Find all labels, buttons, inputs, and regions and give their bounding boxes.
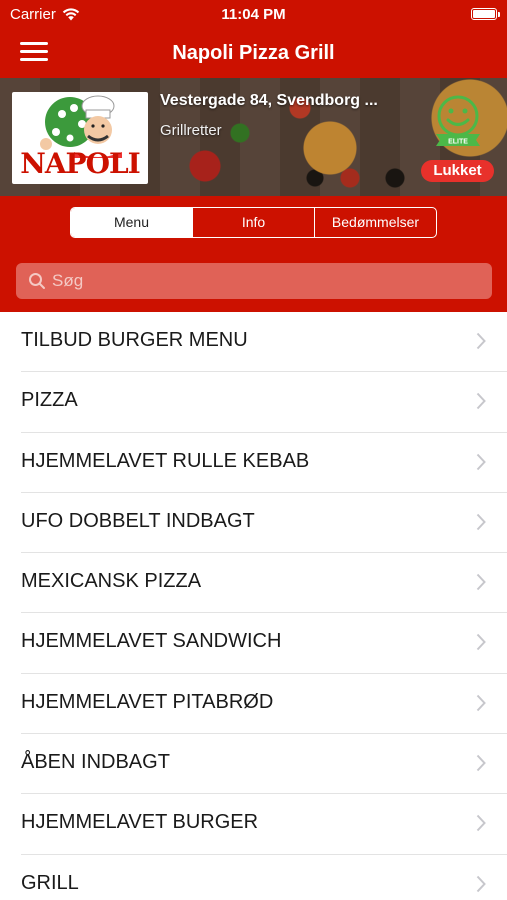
- list-item-burger[interactable]: HJEMMELAVET BURGER: [0, 794, 507, 855]
- chevron-right-icon: [476, 875, 486, 892]
- list-item-ufo-dobbelt-indbagt[interactable]: UFO DOBBELT INDBAGT: [0, 493, 507, 554]
- list-item-label: TILBUD BURGER MENU: [21, 329, 248, 351]
- list-item-label: UFO DOBBELT INDBAGT: [21, 509, 255, 532]
- search-bar: [0, 250, 507, 312]
- logo-text: NAPOLI: [20, 147, 141, 180]
- restaurant-address: Vestergade 84, Svendborg ...: [160, 92, 378, 109]
- restaurant-logo: NAPOLI: [12, 92, 148, 184]
- tab-info[interactable]: Info: [193, 208, 315, 237]
- elite-smiley-icon: ELITE: [436, 95, 480, 146]
- list-item-pitabrod[interactable]: HJEMMELAVET PITABRØD: [0, 674, 507, 735]
- restaurant-header: NAPOLI Vestergade 84, Svendborg ... Gril…: [0, 78, 507, 196]
- list-item-label: GRILL: [21, 871, 79, 894]
- battery-icon: [471, 8, 500, 20]
- tab-reviews[interactable]: Bedømmelser: [315, 208, 436, 237]
- chevron-right-icon: [476, 332, 486, 350]
- search-icon: [29, 273, 45, 289]
- chevron-right-icon: [476, 815, 486, 832]
- list-item-mexicansk-pizza[interactable]: MEXICANSK PIZZA: [0, 553, 507, 614]
- list-item-label: HJEMMELAVET RULLE KEBAB: [21, 449, 310, 472]
- search-input[interactable]: [52, 263, 472, 299]
- list-item-sandwich[interactable]: HJEMMELAVET SANDWICH: [0, 613, 507, 674]
- menu-category-list: TILBUD BURGER MENU PIZZA HJEMMELAVET RUL…: [0, 312, 507, 900]
- segmented-control: Menu Info Bedømmelser: [70, 207, 437, 238]
- list-item-label: ÅBEN INDBAGT: [21, 751, 170, 774]
- list-item-label: HJEMMELAVET PITABRØD: [21, 690, 274, 713]
- chevron-right-icon: [476, 513, 486, 531]
- status-bar: Carrier 11:04 PM: [0, 0, 507, 30]
- svg-text:ELITE: ELITE: [448, 139, 468, 146]
- chevron-right-icon: [476, 754, 486, 772]
- chevron-right-icon: [476, 453, 486, 470]
- list-item-rulle-kebab[interactable]: HJEMMELAVET RULLE KEBAB: [0, 433, 507, 493]
- restaurant-category: Grillretter: [160, 122, 222, 139]
- list-item-label: MEXICANSK PIZZA: [21, 570, 202, 593]
- chevron-right-icon: [476, 393, 486, 410]
- chevron-right-icon: [476, 574, 486, 591]
- list-item-pizza[interactable]: PIZZA: [0, 372, 507, 433]
- navigation-bar: Napoli Pizza Grill: [0, 30, 507, 78]
- tab-menu[interactable]: Menu: [71, 208, 193, 237]
- search-field[interactable]: [16, 263, 492, 299]
- list-item-aben-indbagt[interactable]: ÅBEN INDBAGT: [0, 734, 507, 795]
- clock: 11:04 PM: [221, 6, 286, 23]
- open-status-badge: Lukket: [421, 160, 494, 182]
- list-item-label: PIZZA: [21, 389, 78, 412]
- list-item-grill[interactable]: GRILL: [0, 855, 507, 900]
- list-item-label: HJEMMELAVET BURGER: [21, 811, 259, 834]
- chevron-right-icon: [476, 634, 486, 651]
- list-item-tilbud-burger-menu[interactable]: TILBUD BURGER MENU: [0, 312, 507, 373]
- chevron-right-icon: [476, 694, 486, 711]
- page-title: Napoli Pizza Grill: [172, 42, 335, 64]
- list-item-label: HJEMMELAVET SANDWICH: [21, 630, 282, 653]
- tabs-bar: Menu Info Bedømmelser: [0, 196, 507, 250]
